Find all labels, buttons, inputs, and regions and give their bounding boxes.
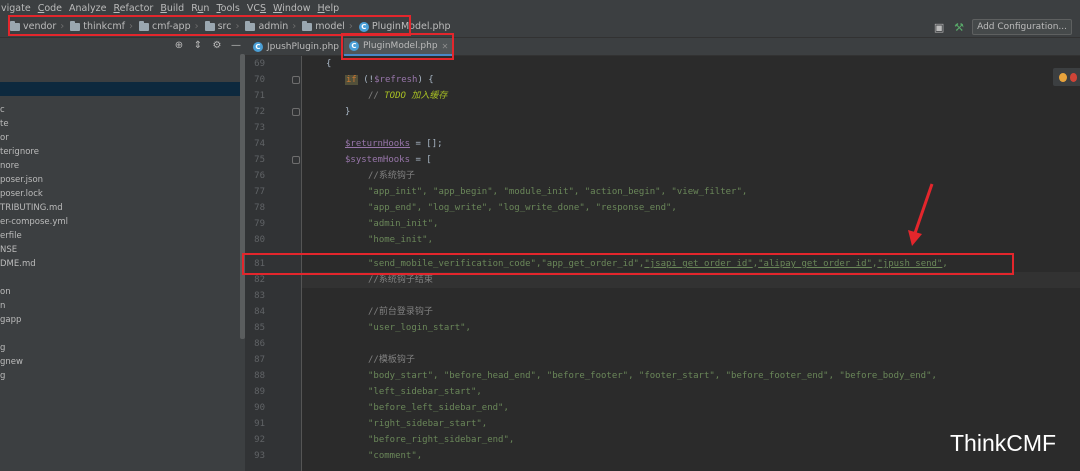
line-number: 89 [254, 387, 265, 397]
line-number: 85 [254, 323, 265, 333]
locate-icon[interactable]: ⊕ [174, 41, 184, 51]
code-line-90: "before_left_sidebar_end", [368, 403, 509, 413]
minimize-icon[interactable]: — [231, 41, 241, 51]
line-number: 74 [254, 139, 265, 149]
annotation-box-code-line [242, 253, 1014, 275]
code-line-74: $returnHooks = []; [345, 139, 443, 149]
opera-icon[interactable] [1069, 72, 1077, 82]
tree-item[interactable]: poser.lock [0, 189, 43, 199]
window-icon[interactable]: ▣ [932, 20, 946, 34]
tree-item[interactable]: or [0, 133, 9, 143]
code-line-76: //系统钩子 [368, 171, 415, 181]
selected-tree-row[interactable] [0, 82, 242, 96]
tree-item[interactable]: te [0, 119, 9, 129]
tree-item[interactable]: DME.md [0, 259, 36, 269]
tree-item[interactable]: er-compose.yml [0, 217, 68, 227]
tree-item[interactable]: NSE [0, 245, 17, 255]
run-toolbar: ▣ ⚒ Add Configuration... [932, 19, 1072, 35]
build-hammer-icon[interactable]: ⚒ [952, 20, 966, 34]
line-number: 75 [254, 155, 265, 165]
line-number: 77 [254, 187, 265, 197]
tree-item[interactable]: terignore [0, 147, 39, 157]
line-number: 79 [254, 219, 265, 229]
code-line-79: "admin_init", [368, 219, 439, 229]
code-line-72: } [345, 107, 351, 117]
line-number: 73 [254, 123, 265, 133]
line-number: 87 [254, 355, 265, 365]
tree-item[interactable]: nore [0, 161, 19, 171]
menu-window[interactable]: Window [273, 3, 310, 14]
add-configuration-button[interactable]: Add Configuration... [972, 19, 1072, 35]
line-number: 88 [254, 371, 265, 381]
php-class-icon: C [253, 42, 263, 52]
code-line-87: //模板钩子 [368, 355, 415, 365]
code-line-92: "before_right_sidebar_end", [368, 435, 515, 445]
tree-item[interactable]: g [0, 343, 5, 353]
tree-item[interactable]: c [0, 105, 5, 115]
tree-item[interactable]: n [0, 301, 5, 311]
fold-marker-icon[interactable] [292, 108, 300, 116]
code-line-75: $systemHooks = [ [345, 155, 432, 165]
chrome-icon[interactable] [1059, 72, 1067, 82]
code-line-80: "home_init", [368, 235, 434, 245]
annotation-box-tab [341, 33, 454, 60]
line-number: 83 [254, 291, 265, 301]
menu-build[interactable]: Build [160, 3, 184, 14]
project-header: ⊕ ⇕ ⚙ — [0, 38, 245, 54]
tab-jpushplugin[interactable]: C JpushPlugin.php [248, 38, 344, 56]
line-number: 84 [254, 307, 265, 317]
code-line-85: "user_login_start", [368, 323, 471, 333]
tree-item[interactable]: poser.json [0, 175, 43, 185]
browser-preview-bar [1053, 68, 1080, 86]
code-line-70: if (!$refresh) { [345, 75, 434, 85]
tree-item[interactable]: gapp [0, 315, 21, 325]
line-number: 92 [254, 435, 265, 445]
code-line-91: "right_sidebar_start", [368, 419, 488, 429]
project-tool-window: ⊕ ⇕ ⚙ — c te or terignore nore poser.json pose… [0, 38, 245, 471]
fold-marker-icon[interactable] [292, 156, 300, 164]
menu-code[interactable]: Code [38, 3, 62, 14]
code-line-84: //前台登录钩子 [368, 307, 433, 317]
menu-vcs[interactable]: VCS [247, 3, 266, 14]
menu-help[interactable]: Help [318, 3, 340, 14]
tree-item[interactable]: on [0, 287, 11, 297]
fold-marker-icon[interactable] [292, 76, 300, 84]
line-number: 80 [254, 235, 265, 245]
tree-item[interactable]: gnew [0, 357, 23, 367]
line-number: 86 [254, 339, 265, 349]
watermark: ThinkCMF [950, 430, 1057, 456]
code-line-93: "comment", [368, 451, 423, 461]
tree-item[interactable]: erfile [0, 231, 22, 241]
line-number: 78 [254, 203, 265, 213]
menu-run[interactable]: Run [191, 3, 209, 14]
line-number: 72 [254, 107, 265, 117]
line-number: 71 [254, 91, 265, 101]
menu-bar: vigate Code Analyze Refactor Build Run Tools VC… [0, 0, 1080, 16]
collapse-icon[interactable]: ⇕ [193, 41, 203, 51]
code-line-77: "app_init", "app_begin", "module_init", … [368, 187, 748, 197]
line-number: 69 [254, 59, 265, 69]
line-number: 93 [254, 451, 265, 461]
line-number: 91 [254, 419, 265, 429]
menu-analyze[interactable]: Analyze [69, 3, 106, 14]
menu-tools[interactable]: Tools [216, 3, 239, 14]
annotation-arrow-icon [908, 183, 934, 246]
line-number: 90 [254, 403, 265, 413]
menu-refactor[interactable]: Refactor [113, 3, 153, 14]
code-line-69: { [326, 59, 332, 69]
menu-navigate[interactable]: vigate [1, 3, 31, 14]
line-number: 70 [254, 75, 265, 85]
code-line-71: // TODO 加入缓存 [368, 91, 448, 101]
line-number: 76 [254, 171, 265, 181]
tree-item[interactable]: g [0, 371, 5, 381]
gear-icon[interactable]: ⚙ [212, 41, 222, 51]
code-line-78: "app_end", "log_write", "log_write_done"… [368, 203, 677, 213]
code-line-89: "left_sidebar_start", [368, 387, 482, 397]
code-line-88: "body_start", "before_head_end", "before… [368, 371, 937, 381]
tree-item[interactable]: TRIBUTING.md [0, 203, 63, 213]
